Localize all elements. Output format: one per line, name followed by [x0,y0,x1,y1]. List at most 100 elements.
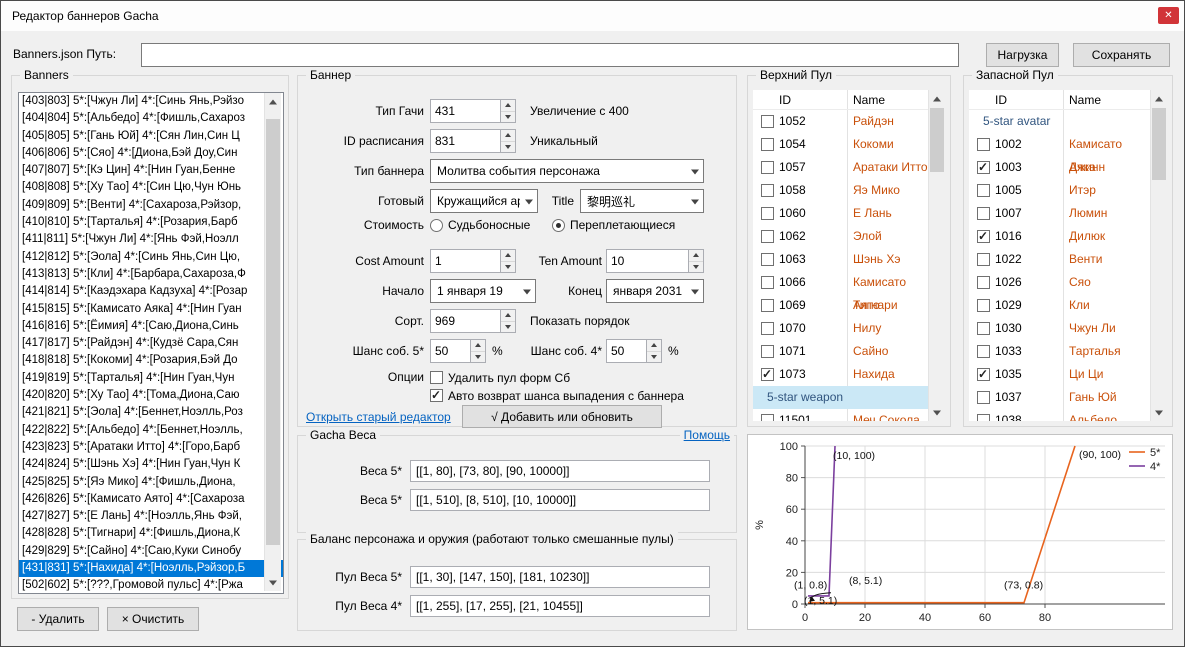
spinner-buttons[interactable] [500,310,515,332]
pool-row[interactable]: 1029Кли [969,294,1150,317]
banner-list-item[interactable]: [424|824] 5*:[Шэнь Хэ] 4*:[Нин Гуан,Чун … [19,456,283,473]
banner-list-item[interactable]: [421|821] 5*:[Эола] 4*:[Беннет,Ноэлль,Ро… [19,404,283,421]
row-checkbox[interactable] [761,115,774,128]
banner-list-item[interactable]: [414|814] 5*:[Каэдэхара Кадзуха] 4*:[Роз… [19,283,283,300]
scrollbar-thumb[interactable] [1152,108,1166,180]
banner-list-item[interactable]: [425|825] 5*:[Яэ Мико] 4*:[Фишль,Диона, [19,474,283,491]
row-checkbox[interactable] [761,368,774,381]
path-input[interactable] [141,43,959,67]
dropdown-arrow-icon[interactable] [686,160,703,182]
spinner-down-icon[interactable] [647,351,661,363]
row-checkbox[interactable] [761,184,774,197]
pool-row[interactable]: 1002Камисато Аяка [969,133,1150,156]
banner-list-item[interactable]: [406|806] 5*:[Сяо] 4*:[Диона,Бэй Доу,Син [19,145,283,162]
row-checkbox[interactable] [977,161,990,174]
pool-row[interactable]: 1062Элой [753,225,928,248]
row-checkbox[interactable] [977,391,990,404]
delete-banner-button[interactable]: - Удалить [17,607,99,631]
row-checkbox[interactable] [761,414,774,421]
scroll-down-icon[interactable] [265,574,281,591]
weights4-input[interactable]: [[1, 510], [8, 510], [10, 10000]] [410,489,710,511]
row-checkbox[interactable] [761,230,774,243]
spinner-buttons[interactable] [646,340,661,362]
row-checkbox[interactable] [977,414,990,421]
banner-list-item[interactable]: [413|813] 5*:[Кли] 4*:[Барбара,Сахароза,… [19,266,283,283]
spinner-up-icon[interactable] [501,130,515,141]
pool-row[interactable]: 1057Аратаки Итто [753,156,928,179]
banner-list-item[interactable]: [408|808] 5*:[Ху Тао] 4*:[Син Цю,Чун Юнь [19,179,283,196]
spinner-up-icon[interactable] [689,250,703,261]
scrollbar-thumb[interactable] [266,119,280,545]
banner-list-item[interactable]: [404|804] 5*:[Альбедо] 4*:[Фишль,Сахароз [19,110,283,127]
row-checkbox[interactable] [761,345,774,358]
option-remove-pool-checkbox[interactable]: Удалить пул форм Сб [430,370,570,385]
row-checkbox[interactable] [977,184,990,197]
row-checkbox[interactable] [977,322,990,335]
spinner-up-icon[interactable] [501,250,515,261]
scroll-up-icon[interactable] [1151,90,1167,107]
banner-list-item[interactable]: [428|828] 5*:[Тигнари] 4*:[Фишль,Диона,К [19,525,283,542]
row-checkbox[interactable] [977,368,990,381]
row-checkbox[interactable] [761,207,774,220]
pool-row[interactable]: 1003Джинн [969,156,1150,179]
spinner-buttons[interactable] [470,340,485,362]
row-checkbox[interactable] [977,230,990,243]
spinner-down-icon[interactable] [501,141,515,153]
pool-row[interactable]: 1073Нахида [753,363,928,386]
pool-weights5-input[interactable]: [[1, 30], [147, 150], [181, 10230]] [410,566,710,588]
pool-row[interactable]: 1070Нилу [753,317,928,340]
row-checkbox[interactable] [977,138,990,151]
banner-list-item[interactable]: [423|823] 5*:[Аратаки Итто] 4*:[Горо,Бар… [19,439,283,456]
banner-list-item[interactable]: [429|829] 5*:[Сайно] 4*:[Саю,Куки Синобу [19,543,283,560]
pool-row[interactable]: 1038Альбедо [969,409,1150,421]
row-checkbox[interactable] [977,276,990,289]
banner-list-item[interactable]: [418|818] 5*:[Кокоми] 4*:[Розария,Бэй До [19,352,283,369]
chance4-spinner[interactable]: 50 [606,339,662,363]
help-link[interactable]: Помощь [680,428,734,442]
spinner-up-icon[interactable] [647,340,661,351]
banner-list-item[interactable]: [427|827] 5*:[Е Лань] 4*:[Ноэлль,Янь Фэй… [19,508,283,525]
spinner-buttons[interactable] [500,250,515,272]
schedule-id-spinner[interactable]: 831 [430,129,516,153]
scroll-down-icon[interactable] [1151,404,1167,421]
banner-list-item[interactable]: [419|819] 5*:[Тарталья] 4*:[Нин Гуан,Чун [19,370,283,387]
banner-list-item[interactable]: [412|812] 5*:[Эола] 4*:[Синь Янь,Син Цю, [19,249,283,266]
row-checkbox[interactable] [761,161,774,174]
pool-row[interactable]: 1071Сайно [753,340,928,363]
banner-list-item[interactable]: [422|822] 5*:[Альбедо] 4*:[Беннет,Ноэлль… [19,422,283,439]
radio-fate[interactable]: Судьбоносные [430,217,530,233]
weights5-input[interactable]: [[1, 80], [73, 80], [90, 10000]] [410,460,710,482]
pool-row[interactable]: 1066Камисато Аято [753,271,928,294]
row-checkbox[interactable] [761,138,774,151]
pool-row[interactable]: 1054Кокоми [753,133,928,156]
pool-row[interactable]: 1060Е Лань [753,202,928,225]
row-checkbox[interactable] [761,253,774,266]
cost-amount-spinner[interactable]: 1 [430,249,516,273]
pool-row[interactable]: 11501Меч Сокола [753,409,928,421]
reserve-pool-scrollbar[interactable] [1150,90,1167,421]
banner-list-item[interactable]: [410|810] 5*:[Тарталья] 4*:[Розария,Барб [19,214,283,231]
spinner-up-icon[interactable] [471,340,485,351]
save-button[interactable]: Сохранять [1073,43,1170,67]
banners-scrollbar[interactable] [264,93,281,591]
row-checkbox[interactable] [977,345,990,358]
dropdown-arrow-icon[interactable] [520,190,537,212]
pool-row[interactable]: 1052Райдэн [753,110,928,133]
banner-list-item[interactable]: [431|831] 5*:[Нахида] 4*:[Ноэлль,Рэйзор,… [19,560,283,577]
spinner-buttons[interactable] [688,250,703,272]
pool-row[interactable]: 1033Тарталья [969,340,1150,363]
chance5-spinner[interactable]: 50 [430,339,486,363]
open-old-editor-link[interactable]: Открыть старый редактор [306,410,451,424]
spinner-buttons[interactable] [500,100,515,122]
sort-spinner[interactable]: 969 [430,309,516,333]
pool-row[interactable]: 1058Яэ Мико [753,179,928,202]
spinner-down-icon[interactable] [689,261,703,273]
pool-row[interactable]: 1069Тигнари [753,294,928,317]
banner-list-item[interactable]: [405|805] 5*:[Гань Юй] 4*:[Сян Лин,Син Ц [19,128,283,145]
spinner-down-icon[interactable] [471,351,485,363]
upper-pool-scrollbar[interactable] [928,90,945,421]
scroll-up-icon[interactable] [929,90,945,107]
begin-date-picker[interactable]: 1 января 19 [430,279,536,303]
ten-amount-spinner[interactable]: 10 [606,249,704,273]
banner-type-combo[interactable]: Молитва события персонажа [430,159,704,183]
